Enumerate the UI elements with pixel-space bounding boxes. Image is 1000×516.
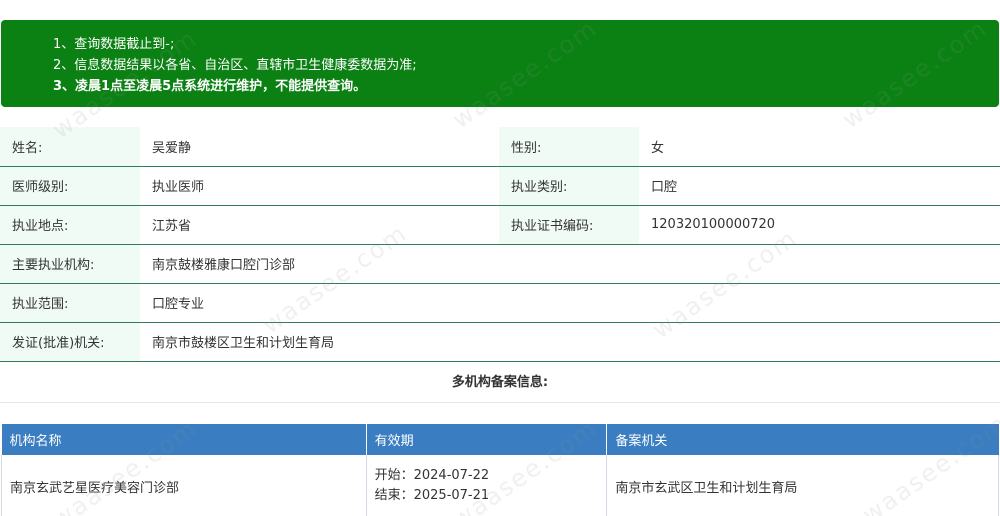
level-label: 医师级别: xyxy=(0,166,140,206)
info-row-scope: 执业范围: 口腔专业 xyxy=(0,283,1000,323)
info-row-org: 主要执业机构: 南京鼓楼雅康口腔门诊部 xyxy=(0,244,1000,284)
header-authority: 备案机关 xyxy=(606,424,999,455)
name-value: 吴爱静 xyxy=(140,127,499,167)
info-row-level: 医师级别: 执业医师 执业类别: 口腔 xyxy=(0,166,1000,206)
header-org-name: 机构名称 xyxy=(1,424,367,455)
level-value: 执业医师 xyxy=(140,166,499,206)
gender-label: 性别: xyxy=(499,127,639,167)
info-row-location: 执业地点: 江苏省 执业证书编码: 120320100000720 xyxy=(0,205,1000,245)
category-label: 执业类别: xyxy=(499,166,639,206)
notice-line-2: 2、信息数据结果以各省、自治区、直辖市卫生健康委数据为准; xyxy=(53,58,417,73)
notice-banner: 1、查询数据截止到-; 2、信息数据结果以各省、自治区、直辖市卫生健康委数据为准… xyxy=(1,20,999,107)
row-validity: 开始：2024-07-22 结束：2025-07-21 xyxy=(365,455,608,516)
org-value: 南京鼓楼雅康口腔门诊部 xyxy=(140,244,1000,284)
multi-org-header-row: 机构名称 有效期 备案机关 xyxy=(1,424,999,455)
info-row-name: 姓名: 吴爱静 性别: 女 xyxy=(0,127,1000,167)
multi-org-title: 多机构备案信息: xyxy=(0,363,1000,403)
issuer-value: 南京市鼓楼区卫生和计划生育局 xyxy=(140,322,1000,362)
cert-value: 120320100000720 xyxy=(639,205,1000,245)
org-label: 主要执业机构: xyxy=(0,244,140,284)
doctor-info-table: 姓名: 吴爱静 性别: 女 医师级别: 执业医师 执业类别: 口腔 执业地点: … xyxy=(0,127,1000,362)
notice-line-1: 1、查询数据截止到-; xyxy=(53,37,175,52)
notice-line-3: 3、凌晨1点至凌晨5点系统进行维护，不能提供查询。 xyxy=(53,79,367,94)
gender-value: 女 xyxy=(639,127,1000,167)
name-label: 姓名: xyxy=(0,127,140,167)
issuer-label: 发证(批准)机关: xyxy=(0,322,140,362)
header-validity: 有效期 xyxy=(366,424,608,455)
scope-value: 口腔专业 xyxy=(140,283,1000,323)
table-row: 南京玄武艺星医疗美容门诊部 开始：2024-07-22 结束：2025-07-2… xyxy=(1,455,999,516)
location-label: 执业地点: xyxy=(0,205,140,245)
row-validity-end: 结束：2025-07-21 xyxy=(374,488,490,503)
row-authority: 南京市玄武区卫生和计划生育局 xyxy=(606,455,999,516)
location-value: 江苏省 xyxy=(140,205,499,245)
info-row-issuer: 发证(批准)机关: 南京市鼓楼区卫生和计划生育局 xyxy=(0,322,1000,362)
scope-label: 执业范围: xyxy=(0,283,140,323)
row-validity-start: 开始：2024-07-22 xyxy=(374,468,490,483)
multi-org-table: 机构名称 有效期 备案机关 南京玄武艺星医疗美容门诊部 开始：2024-07-2… xyxy=(1,424,999,516)
row-org-name: 南京玄武艺星医疗美容门诊部 xyxy=(1,455,367,516)
cert-label: 执业证书编码: xyxy=(499,205,639,245)
category-value: 口腔 xyxy=(639,166,1000,206)
